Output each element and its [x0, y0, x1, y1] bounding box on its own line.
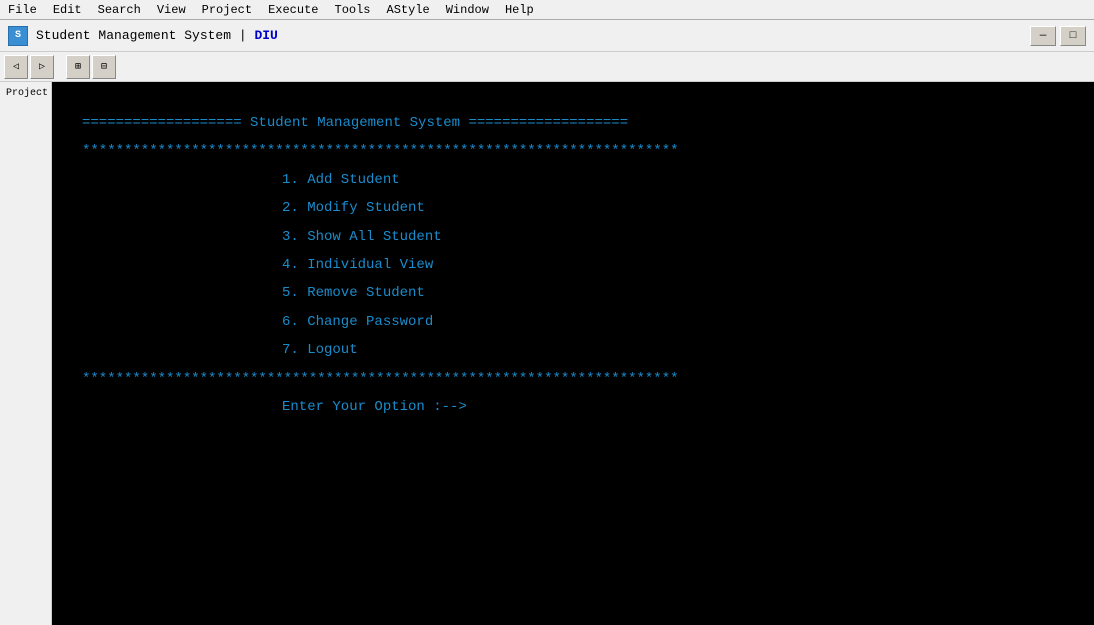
menu-item-6: 6. Change Password: [82, 311, 1064, 333]
menu-search[interactable]: Search: [94, 3, 145, 17]
menu-item-5: 5. Remove Student: [82, 282, 1064, 304]
toolbar-btn-4[interactable]: ⊟: [92, 55, 116, 79]
toolbar: ◁ ▷ ⊞ ⊟: [0, 52, 1094, 82]
menu-edit[interactable]: Edit: [49, 3, 86, 17]
window-frame: File Edit Search View Project Execute To…: [0, 0, 1094, 625]
minimize-button[interactable]: —: [1030, 26, 1056, 46]
menu-file[interactable]: File: [4, 3, 41, 17]
title-diu: DIU: [254, 28, 277, 43]
toolbar-btn-3[interactable]: ⊞: [66, 55, 90, 79]
menu-tools[interactable]: Tools: [331, 3, 375, 17]
window-title: Student Management System | DIU: [36, 28, 1022, 43]
maximize-button[interactable]: □: [1060, 26, 1086, 46]
menu-item-2: 2. Modify Student: [82, 197, 1064, 219]
title-bar: S Student Management System | DIU — □: [0, 20, 1094, 52]
menu-item-1: 1. Add Student: [82, 169, 1064, 191]
menu-item-3: 3. Show All Student: [82, 226, 1064, 248]
menu-window[interactable]: Window: [442, 3, 493, 17]
terminal-area[interactable]: =================== Student Management S…: [52, 82, 1094, 625]
toolbar-btn-1[interactable]: ◁: [4, 55, 28, 79]
terminal-prompt: Enter Your Option :-->: [82, 396, 1064, 418]
menu-item-7: 7. Logout: [82, 339, 1064, 361]
sidebar-project-label[interactable]: Project: [4, 86, 47, 101]
menu-item-4: 4. Individual View: [82, 254, 1064, 276]
terminal-header-line: =================== Student Management S…: [82, 112, 1064, 134]
title-controls: — □: [1030, 26, 1086, 46]
terminal-stars-bottom: ****************************************…: [82, 368, 1064, 390]
main-area: Project =================== Student Mana…: [0, 82, 1094, 625]
app-icon: S: [8, 26, 28, 46]
sidebar: Project: [0, 82, 52, 625]
toolbar-btn-2[interactable]: ▷: [30, 55, 54, 79]
menu-project[interactable]: Project: [198, 3, 256, 17]
terminal-content: =================== Student Management S…: [82, 112, 1064, 418]
menu-astyle[interactable]: AStyle: [383, 3, 434, 17]
menu-view[interactable]: View: [153, 3, 190, 17]
menu-execute[interactable]: Execute: [264, 3, 322, 17]
title-main: Student Management System: [36, 28, 231, 43]
menu-bar: File Edit Search View Project Execute To…: [0, 0, 1094, 20]
terminal-stars-top: ****************************************…: [82, 140, 1064, 162]
menu-help[interactable]: Help: [501, 3, 538, 17]
title-sep: |: [231, 28, 254, 43]
